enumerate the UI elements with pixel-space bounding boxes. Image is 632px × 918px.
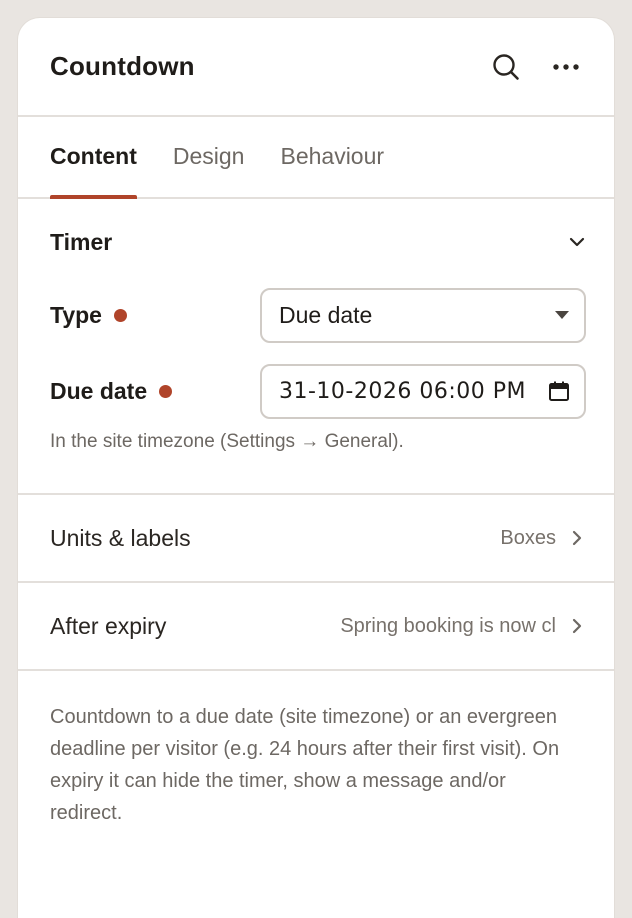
required-indicator <box>159 384 173 398</box>
after-expiry-value: Spring booking is now cl <box>340 614 556 637</box>
timer-section: Timer Type Due date Due date 31-10-2026 … <box>18 199 614 495</box>
type-label-text: Type <box>50 301 102 328</box>
more-horizontal-icon <box>553 63 579 70</box>
due-date-label-text: Due date <box>50 377 148 404</box>
chevron-right-icon <box>572 530 582 546</box>
panel-title: Countdown <box>50 51 195 81</box>
panel-header: Countdown <box>18 18 614 117</box>
type-select-value: Due date <box>279 301 373 328</box>
after-expiry-row[interactable]: After expiry Spring booking is now cl <box>18 583 614 671</box>
block-description: Countdown to a due date (site timezone) … <box>50 706 560 824</box>
calendar-icon[interactable] <box>548 380 570 402</box>
after-expiry-title: After expiry <box>50 612 167 639</box>
timezone-hint: In the site timezone (Settings → General… <box>50 431 404 452</box>
type-label: Type <box>50 302 127 329</box>
due-date-input[interactable]: 31-10-2026 06:00 PM <box>260 363 586 419</box>
countdown-settings-panel: Countdown Content Design Behaviour Timer <box>18 18 614 918</box>
tab-bar: Content Design Behaviour <box>18 117 614 199</box>
due-date-label: Due date <box>50 377 173 405</box>
type-select[interactable]: Due date <box>260 287 586 343</box>
required-indicator <box>113 308 127 322</box>
timer-section-header[interactable]: Timer <box>50 199 586 285</box>
due-date-row: Due date 31-10-2026 06:00 PM <box>50 363 586 419</box>
chevron-down-icon <box>569 237 585 247</box>
units-labels-row[interactable]: Units & labels Boxes <box>18 495 614 583</box>
units-labels-value: Boxes <box>500 526 556 549</box>
search-button[interactable] <box>484 45 528 89</box>
tab-behaviour[interactable]: Behaviour <box>280 117 384 197</box>
timer-section-title: Timer <box>50 228 113 255</box>
search-icon <box>493 53 519 80</box>
units-labels-title: Units & labels <box>50 524 191 551</box>
tab-design[interactable]: Design <box>173 117 245 197</box>
chevron-right-icon <box>572 618 582 634</box>
due-date-value: 31-10-2026 06:00 PM <box>279 378 526 404</box>
caret-down-icon <box>555 311 569 319</box>
tab-content[interactable]: Content <box>50 117 137 199</box>
type-row: Type Due date <box>50 287 586 343</box>
more-options-button[interactable] <box>544 45 588 89</box>
